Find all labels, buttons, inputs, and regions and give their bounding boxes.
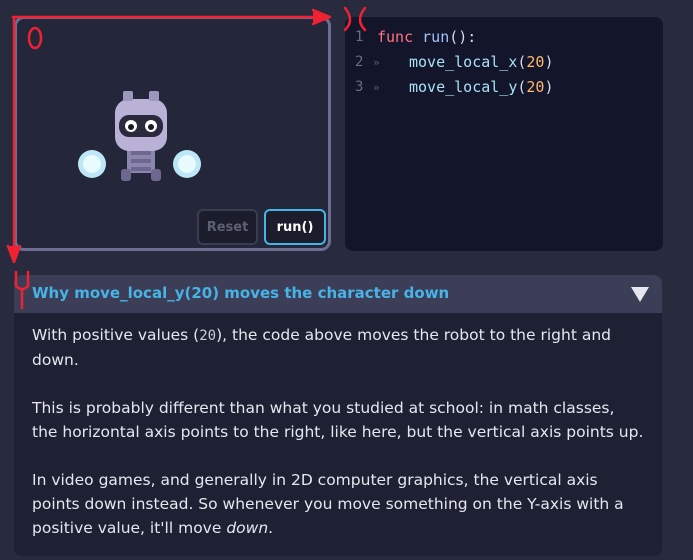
inline-code: 20 — [199, 328, 217, 344]
run-button[interactable]: run() — [264, 209, 326, 245]
call-token: move_local_x — [409, 53, 518, 71]
emphasis: down — [226, 519, 269, 537]
indent-marker: » — [373, 55, 380, 69]
explanation-panel: Why move_local_y(20) moves the character… — [14, 275, 662, 556]
call-token: move_local_y — [409, 78, 518, 96]
keyword-token: func — [377, 28, 414, 46]
triangle-down-icon[interactable] — [630, 285, 650, 303]
panel-body: With positive values (20), the code abov… — [14, 313, 662, 540]
punctuation-token: (): — [449, 28, 477, 46]
line-number: 3 — [355, 79, 364, 95]
paragraph: In video games, and generally in 2D comp… — [32, 471, 624, 537]
paragraph: With positive values (20), the code abov… — [32, 326, 611, 369]
paren-token: ( — [517, 78, 527, 96]
game-viewport: Reset run() — [14, 16, 331, 251]
panel-header[interactable]: Why move_local_y(20) moves the character… — [14, 275, 662, 313]
paren-token: ) — [544, 53, 554, 71]
code-editor: 1 func run (): 2 » move_local_x(20) 3 » … — [345, 17, 663, 251]
line-number: 2 — [355, 54, 364, 70]
line-number: 1 — [355, 29, 364, 45]
panel-title: Why move_local_y(20) moves the character… — [32, 284, 450, 302]
number-token: 20 — [526, 53, 545, 71]
code-line: 3 » move_local_y(20) — [355, 75, 554, 99]
paren-token: ) — [544, 78, 554, 96]
paren-token: ( — [517, 53, 527, 71]
indent-marker: » — [373, 80, 380, 94]
robot-sprite-icon — [78, 91, 201, 181]
function-name-token: run — [422, 28, 450, 46]
code-line: 2 » move_local_x(20) — [355, 50, 554, 74]
reset-button[interactable]: Reset — [197, 209, 258, 245]
paragraph: This is probably different than what you… — [32, 399, 644, 441]
code-line: 1 func run (): — [355, 25, 476, 49]
number-token: 20 — [526, 78, 545, 96]
